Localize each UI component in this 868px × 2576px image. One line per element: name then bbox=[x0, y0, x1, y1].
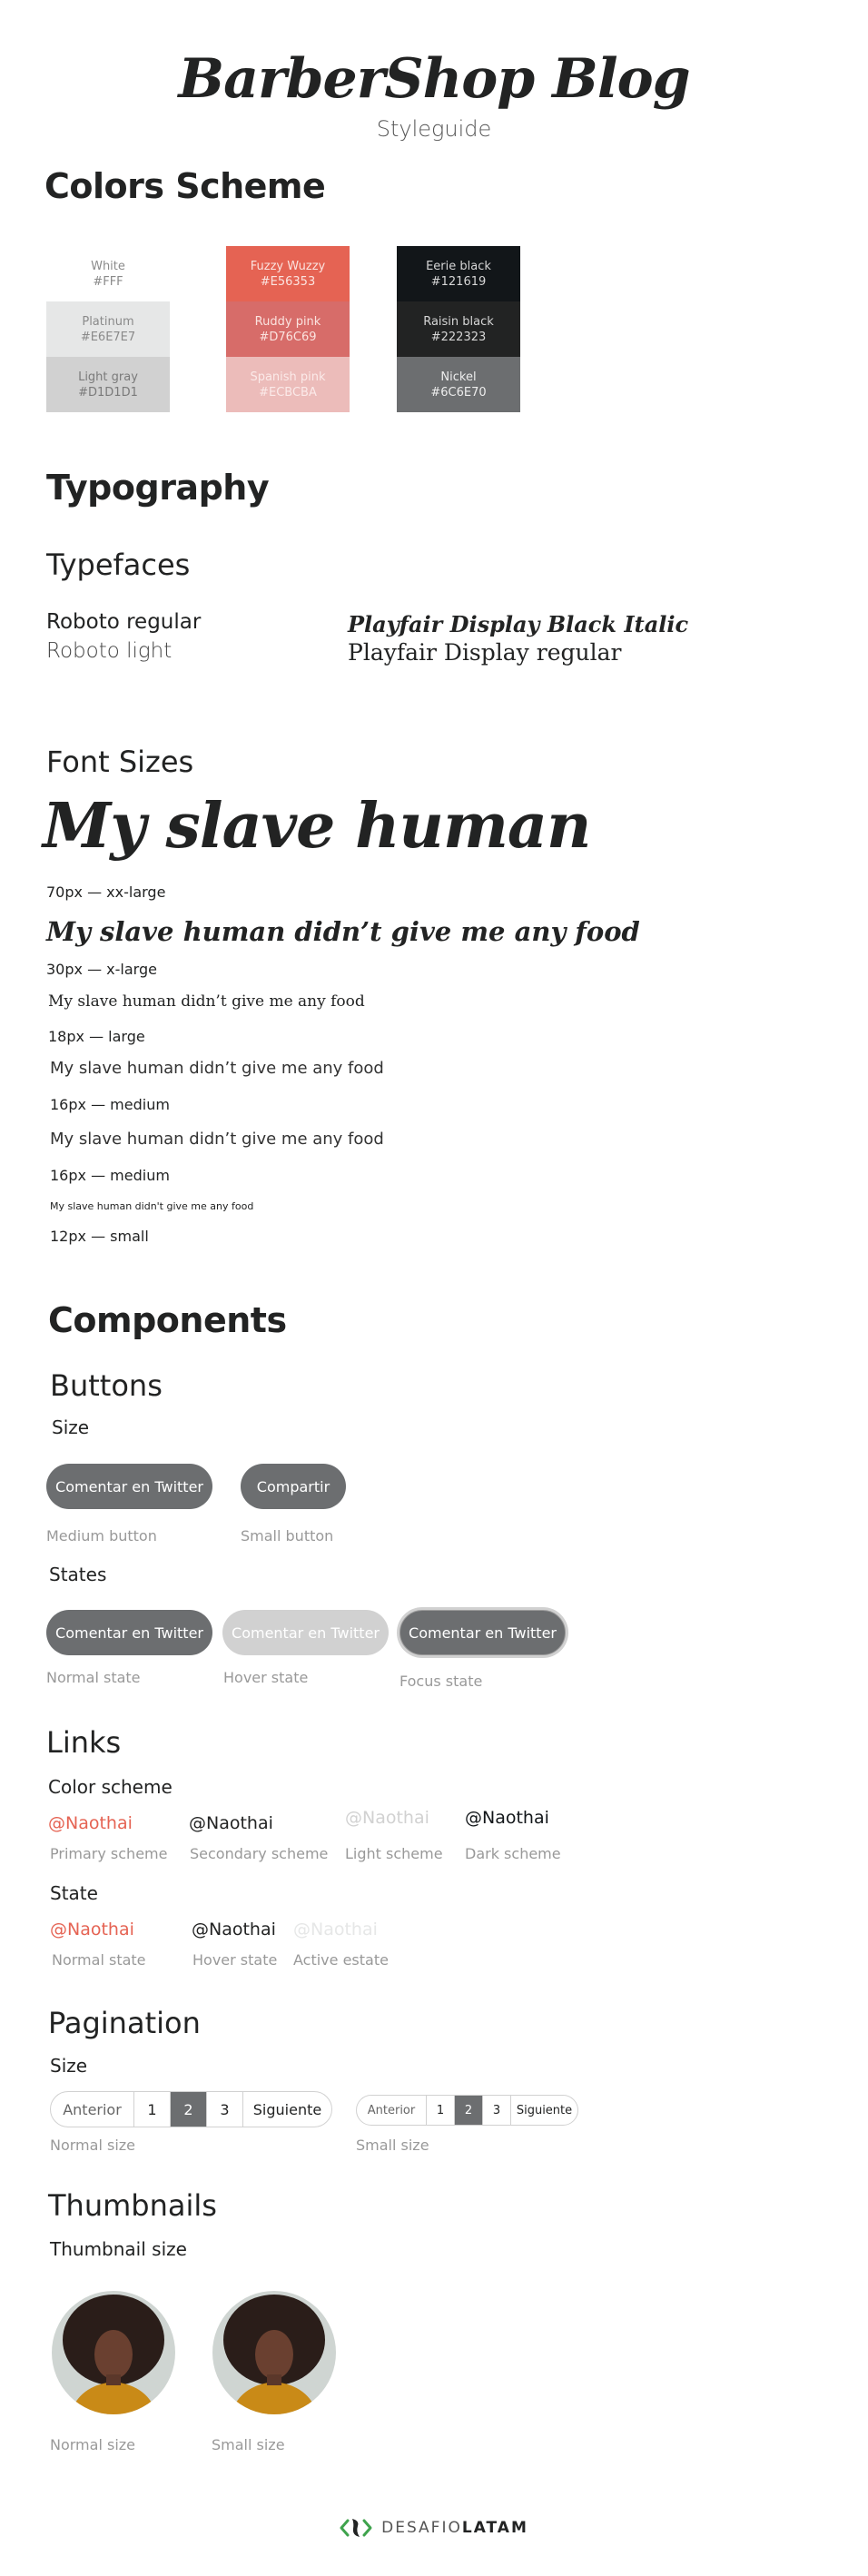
focus-state-caption: Focus state bbox=[399, 1673, 483, 1690]
pagination-small-next[interactable]: Siguiente bbox=[510, 2096, 577, 2125]
link-hover-state[interactable]: @Naothai bbox=[192, 1920, 276, 1939]
typography-heading: Typography bbox=[46, 468, 270, 508]
button-focus-state[interactable]: Comentar en Twitter bbox=[399, 1610, 566, 1655]
sample-medium-2: My slave human didn’t give me any food bbox=[50, 1130, 384, 1149]
link-normal-state-caption: Normal state bbox=[52, 1951, 146, 1969]
label-medium-2: 16px — medium bbox=[50, 1167, 170, 1184]
link-hover-state-caption: Hover state bbox=[192, 1951, 278, 1969]
logo-mark-icon bbox=[340, 2519, 372, 2537]
pagination-size-label: Size bbox=[50, 2055, 88, 2077]
pagination-page-1[interactable]: 1 bbox=[133, 2092, 170, 2127]
pagination-small: Anterior 1 2 3 Siguiente bbox=[356, 2095, 578, 2126]
secondary-scheme-caption: Secondary scheme bbox=[190, 1845, 329, 1862]
pagination-heading: Pagination bbox=[48, 2006, 201, 2040]
sample-medium-1: My slave human didn’t give me any food bbox=[50, 1059, 384, 1078]
typeface-roboto-light: Roboto light bbox=[46, 639, 173, 663]
sample-small: My slave human didn't give me any food bbox=[50, 1200, 254, 1212]
thumbnail-size-label: Thumbnail size bbox=[50, 2238, 187, 2260]
light-scheme-caption: Light scheme bbox=[345, 1845, 443, 1862]
pagination-small-page-2[interactable]: 2 bbox=[454, 2096, 482, 2125]
pagination-prev[interactable]: Anterior bbox=[51, 2092, 133, 2127]
thumbnail-small bbox=[212, 2291, 336, 2414]
swatch-eerie-black: Eerie black #121619 bbox=[397, 246, 520, 301]
sample-large: My slave human didn’t give me any food bbox=[48, 992, 365, 1011]
pagination-small-caption: Small size bbox=[356, 2137, 429, 2154]
dark-scheme-caption: Dark scheme bbox=[465, 1845, 561, 1862]
link-active-state[interactable]: @Naothai bbox=[293, 1920, 378, 1939]
font-sizes-heading: Font Sizes bbox=[46, 745, 194, 779]
sample-x-large: My slave human didn’t give me any food bbox=[46, 916, 640, 947]
logo-wordmark: DESAFIOLATAM bbox=[381, 2519, 528, 2537]
desafio-latam-logo: DESAFIOLATAM bbox=[0, 2515, 868, 2541]
pagination-small-page-1[interactable]: 1 bbox=[426, 2096, 454, 2125]
typeface-playfair-regular: Playfair Display regular bbox=[348, 639, 622, 666]
swatch-column-reds: Fuzzy Wuzzy #E56353 Ruddy pink #D76C69 Spa… bbox=[226, 246, 350, 412]
share-button-small[interactable]: Compartir bbox=[241, 1464, 346, 1509]
primary-scheme-caption: Primary scheme bbox=[50, 1845, 168, 1862]
swatch-white: White #FFF bbox=[46, 246, 170, 301]
swatch-column-darks: Eerie black #121619 Raisin black #222323 N… bbox=[397, 246, 520, 412]
pagination-page-2[interactable]: 2 bbox=[170, 2092, 206, 2127]
thumbnail-normal bbox=[52, 2291, 175, 2414]
links-heading: Links bbox=[46, 1725, 122, 1760]
links-state-label: State bbox=[50, 1882, 98, 1904]
link-light-scheme[interactable]: @Naothai bbox=[345, 1808, 429, 1828]
colors-heading: Colors Scheme bbox=[44, 166, 326, 206]
swatch-column-neutrals: White #FFF Platinum #E6E7E7 Light gray #D1D… bbox=[46, 246, 170, 412]
small-button-caption: Small button bbox=[241, 1527, 334, 1545]
blog-subtitle: Styleguide bbox=[376, 116, 492, 142]
typeface-playfair-black-italic: Playfair Display Black Italic bbox=[348, 611, 689, 637]
pagination-normal-caption: Normal size bbox=[50, 2137, 135, 2154]
buttons-states-label: States bbox=[49, 1564, 107, 1585]
blog-title: BarberShop Blog bbox=[178, 47, 690, 111]
link-active-state-caption: Active estate bbox=[293, 1951, 389, 1969]
hover-state-caption: Hover state bbox=[223, 1669, 309, 1686]
comment-twitter-button-medium[interactable]: Comentar en Twitter bbox=[46, 1464, 212, 1509]
swatch-ruddy-pink: Ruddy pink #D76C69 bbox=[226, 301, 350, 357]
thumbnail-small-caption: Small size bbox=[212, 2436, 285, 2453]
swatch-nickel: Nickel #6C6E70 bbox=[397, 357, 520, 412]
typefaces-heading: Typefaces bbox=[46, 548, 191, 582]
avatar-portrait-small bbox=[212, 2291, 336, 2414]
pagination-page-3[interactable]: 3 bbox=[206, 2092, 242, 2127]
label-xx-large: 70px — xx-large bbox=[46, 883, 166, 901]
link-primary-scheme[interactable]: @Naothai bbox=[48, 1813, 133, 1833]
medium-button-caption: Medium button bbox=[46, 1527, 157, 1545]
link-normal-state[interactable]: @Naothai bbox=[50, 1920, 134, 1939]
link-secondary-scheme[interactable]: @Naothai bbox=[189, 1813, 273, 1833]
link-dark-scheme[interactable]: @Naothai bbox=[465, 1808, 549, 1828]
avatar-portrait-normal bbox=[52, 2291, 175, 2414]
pagination-small-prev[interactable]: Anterior bbox=[357, 2096, 426, 2125]
thumbnail-normal-caption: Normal size bbox=[50, 2436, 135, 2453]
typeface-roboto-regular: Roboto regular bbox=[46, 610, 202, 634]
normal-state-caption: Normal state bbox=[46, 1669, 141, 1686]
swatch-spanish-pink: Spanish pink #ECBCBA bbox=[226, 357, 350, 412]
swatch-fuzzy-wuzzy: Fuzzy Wuzzy #E56353 bbox=[226, 246, 350, 301]
label-x-large: 30px — x-large bbox=[46, 961, 157, 978]
swatch-raisin-black: Raisin black #222323 bbox=[397, 301, 520, 357]
sample-xx-large: My slave human bbox=[43, 790, 591, 863]
pagination-next[interactable]: Siguiente bbox=[242, 2092, 331, 2127]
links-color-scheme-label: Color scheme bbox=[48, 1776, 173, 1798]
thumbnails-heading: Thumbnails bbox=[48, 2188, 217, 2223]
label-large: 18px — large bbox=[48, 1028, 145, 1045]
button-hover-state[interactable]: Comentar en Twitter bbox=[222, 1610, 389, 1655]
pagination-normal: Anterior 1 2 3 Siguiente bbox=[50, 2091, 332, 2127]
swatch-platinum: Platinum #E6E7E7 bbox=[46, 301, 170, 357]
buttons-size-label: Size bbox=[52, 1416, 90, 1438]
button-normal-state[interactable]: Comentar en Twitter bbox=[46, 1610, 212, 1655]
components-heading: Components bbox=[48, 1300, 287, 1340]
pagination-small-page-3[interactable]: 3 bbox=[482, 2096, 510, 2125]
buttons-heading: Buttons bbox=[50, 1368, 163, 1403]
label-small: 12px — small bbox=[50, 1228, 149, 1245]
label-medium-1: 16px — medium bbox=[50, 1096, 170, 1113]
swatch-light-gray: Light gray #D1D1D1 bbox=[46, 357, 170, 412]
